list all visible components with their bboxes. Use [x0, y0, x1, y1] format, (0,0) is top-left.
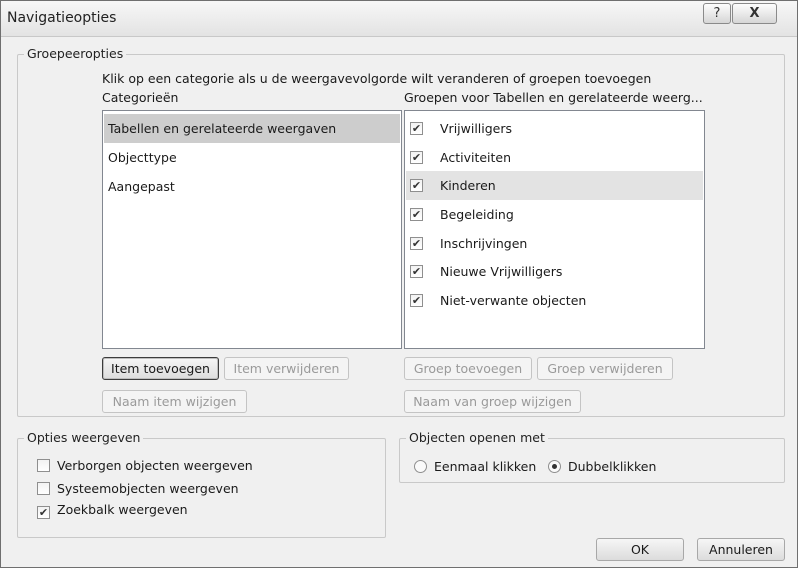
group-label: Kinderen — [440, 178, 496, 193]
remove-item-button[interactable]: Item verwijderen — [224, 357, 349, 380]
add-group-button[interactable]: Groep toevoegen — [404, 357, 532, 380]
add-item-button[interactable]: Item toevoegen — [102, 357, 219, 380]
category-label: Objecttype — [108, 150, 177, 165]
show-hidden-objects-checkbox[interactable] — [37, 459, 50, 472]
help-icon: ? — [713, 6, 721, 21]
display-options-legend: Opties weergeven — [24, 430, 144, 446]
group-checkbox[interactable]: ✔ — [410, 208, 423, 221]
open-objects-legend: Objecten openen met — [406, 430, 548, 446]
radio-selected-dot — [552, 464, 557, 469]
category-item[interactable]: Tabellen en gerelateerde weergaven — [104, 114, 400, 143]
rename-group-button[interactable]: Naam van groep wijzigen — [404, 390, 581, 413]
group-item[interactable]: ✔ Begeleiding — [406, 200, 703, 229]
show-hidden-objects-label: Verborgen objecten weergeven — [57, 458, 253, 473]
grouping-options-legend: Groepeeropties — [24, 46, 127, 62]
double-click-option[interactable]: Dubbelklikken — [548, 458, 656, 474]
group-item[interactable]: ✔ Activiteiten — [406, 143, 703, 172]
group-checkbox[interactable]: ✔ — [410, 237, 423, 250]
group-label: Inschrijvingen — [440, 236, 528, 251]
show-hidden-objects-option[interactable]: Verborgen objecten weergeven — [37, 457, 253, 473]
group-checkbox[interactable]: ✔ — [410, 122, 423, 135]
group-item[interactable]: ✔ Nieuwe Vrijwilligers — [406, 257, 703, 286]
show-system-objects-label: Systeemobjecten weergeven — [57, 481, 239, 496]
category-label: Aangepast — [108, 179, 175, 194]
show-search-bar-checkbox[interactable]: ✔ — [37, 506, 50, 519]
category-label: Tabellen en gerelateerde weergaven — [108, 121, 337, 136]
show-search-bar-label: Zoekbalk weergeven — [57, 502, 188, 517]
group-checkbox[interactable]: ✔ — [410, 151, 423, 164]
category-item[interactable]: Aangepast — [104, 172, 400, 201]
group-label: Niet-verwante objecten — [440, 293, 587, 308]
categories-header: Categorieën — [102, 90, 179, 105]
group-item[interactable]: ✔ Kinderen — [406, 171, 703, 200]
single-click-option[interactable]: Eenmaal klikken — [414, 458, 536, 474]
group-checkbox[interactable]: ✔ — [410, 179, 423, 192]
group-label: Begeleiding — [440, 207, 514, 222]
double-click-radio[interactable] — [548, 460, 561, 473]
title-bar: Navigatieopties ? X — [1, 1, 797, 37]
single-click-label: Eenmaal klikken — [434, 459, 537, 474]
group-label: Activiteiten — [440, 150, 512, 165]
show-system-objects-option[interactable]: Systeemobjecten weergeven — [37, 480, 239, 496]
navigation-options-dialog: Navigatieopties ? X Groepeeropties Klik … — [0, 0, 798, 568]
instruction-text: Klik op een categorie als u de weergavev… — [102, 71, 652, 86]
group-checkbox[interactable]: ✔ — [410, 294, 423, 307]
window-title: Navigatieopties — [7, 10, 117, 26]
double-click-label: Dubbelklikken — [568, 459, 657, 474]
group-label: Vrijwilligers — [440, 121, 513, 136]
rename-item-button[interactable]: Naam item wijzigen — [102, 390, 247, 413]
close-button[interactable]: X — [732, 3, 777, 24]
group-item[interactable]: ✔ Niet-verwante objecten — [406, 286, 703, 315]
category-item[interactable]: Objecttype — [104, 143, 400, 172]
help-button[interactable]: ? — [703, 3, 731, 24]
groups-list[interactable]: ✔ Vrijwilligers ✔ Activiteiten ✔ Kindere… — [404, 110, 705, 349]
single-click-radio[interactable] — [414, 460, 427, 473]
remove-group-button[interactable]: Groep verwijderen — [537, 357, 673, 380]
show-system-objects-checkbox[interactable] — [37, 482, 50, 495]
group-item[interactable]: ✔ Inschrijvingen — [406, 229, 703, 258]
cancel-button[interactable]: Annuleren — [697, 538, 785, 561]
group-item[interactable]: ✔ Vrijwilligers — [406, 114, 703, 143]
ok-button[interactable]: OK — [596, 538, 684, 561]
groups-header: Groepen voor Tabellen en gerelateerde we… — [404, 90, 703, 105]
categories-list[interactable]: Tabellen en gerelateerde weergaven Objec… — [102, 110, 402, 349]
group-label: Nieuwe Vrijwilligers — [440, 264, 563, 279]
close-icon: X — [749, 6, 760, 21]
group-checkbox[interactable]: ✔ — [410, 265, 423, 278]
show-search-bar-option[interactable]: ✔ Zoekbalk weergeven — [37, 502, 188, 519]
